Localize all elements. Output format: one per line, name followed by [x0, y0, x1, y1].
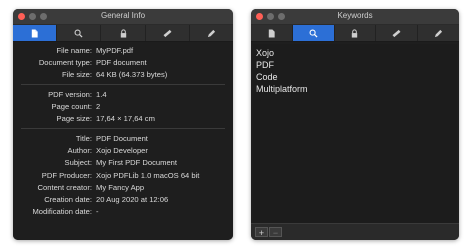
tab-security[interactable] — [335, 25, 377, 41]
info-value: MyPDF.pdf — [96, 46, 134, 55]
info-row: Content creator: My Fancy App — [13, 183, 233, 193]
info-row: Page size: 17,64 × 17,64 cm — [13, 114, 233, 124]
info-content: File name: MyPDF.pdf Document type: PDF doc… — [13, 42, 233, 240]
tab-edit[interactable] — [418, 25, 459, 41]
info-row: Modification date: - — [13, 207, 233, 217]
info-value: 1.4 — [96, 90, 107, 99]
tab-dimensions[interactable] — [146, 25, 190, 41]
info-label: PDF Producer: — [41, 170, 92, 180]
info-label: File name: — [56, 46, 92, 55]
info-row: Page count: 2 — [13, 102, 233, 112]
tab-search[interactable] — [57, 25, 102, 41]
group-separator — [21, 128, 225, 129]
info-label: Author: — [67, 146, 92, 156]
keyword-item[interactable]: PDF — [256, 59, 274, 71]
remove-keyword-button[interactable]: − — [269, 227, 282, 238]
info-row: File size: 64 KB (64.373 bytes) — [13, 70, 233, 80]
info-value: 2 — [96, 102, 101, 112]
add-keyword-button[interactable]: + — [255, 227, 268, 238]
tab-document[interactable] — [13, 25, 58, 41]
info-label: Document type: — [38, 58, 92, 68]
info-value: 20 Aug 2020 at 12:06 — [96, 195, 169, 204]
pencil-icon — [207, 29, 216, 37]
info-row: Title: PDF Document — [13, 134, 233, 144]
info-row: Document type: PDF document — [13, 58, 233, 68]
keywords-window: Keywords Xojo PDF Code Multiplatform + − — [251, 9, 459, 240]
tab-document[interactable] — [251, 25, 293, 41]
info-row: Author: Xojo Developer — [13, 146, 233, 156]
lock-icon — [352, 28, 358, 38]
info-row: Subject: My First PDF Document — [13, 158, 233, 168]
info-label: Title: — [75, 134, 92, 143]
info-value: 17,64 × 17,64 cm — [96, 114, 155, 124]
info-row: File name: MyPDF.pdf — [13, 46, 233, 56]
info-value: My Fancy App — [96, 182, 145, 192]
info-label: Content creator: — [37, 182, 92, 192]
tab-edit[interactable] — [190, 25, 233, 41]
ruler-icon — [392, 29, 401, 37]
titlebar[interactable]: Keywords — [251, 9, 459, 25]
info-value: Xojo PDFLib 1.0 macOS 64 bit — [96, 170, 200, 180]
keyword-item[interactable]: Multiplatform — [256, 83, 308, 95]
info-label: Modification date: — [32, 207, 92, 217]
lock-icon — [120, 28, 126, 38]
titlebar[interactable]: General Info — [13, 9, 233, 25]
info-value: PDF Document — [96, 134, 148, 143]
tab-security[interactable] — [101, 25, 146, 41]
search-icon — [309, 29, 318, 38]
info-label: Page size: — [56, 114, 92, 124]
keywords-bottom-bar: + − — [251, 223, 459, 240]
tab-dimensions[interactable] — [376, 25, 419, 41]
info-row: Creation date: 20 Aug 2020 at 12:06 — [13, 195, 233, 205]
info-value: PDF document — [96, 58, 147, 68]
info-label: Creation date: — [44, 195, 92, 204]
info-label: Page count: — [51, 102, 92, 112]
info-value: My First PDF Document — [96, 158, 178, 168]
toolbar — [13, 25, 233, 42]
keyword-item[interactable]: Code — [256, 71, 278, 83]
info-label: File size: — [62, 70, 92, 80]
toolbar — [251, 25, 459, 42]
document-icon — [31, 28, 38, 38]
info-row: PDF version: 1.4 — [13, 90, 233, 100]
pencil-icon — [434, 29, 443, 37]
info-label: PDF version: — [48, 90, 92, 99]
ruler-icon — [163, 29, 172, 37]
info-value: Xojo Developer — [96, 146, 148, 156]
window-title: General Info — [100, 11, 146, 20]
tab-search[interactable] — [292, 25, 335, 41]
info-label: Subject: — [64, 158, 92, 168]
keyword-item[interactable]: Xojo — [256, 47, 274, 59]
info-value: - — [96, 207, 99, 217]
window-title: Keywords — [337, 11, 373, 20]
info-value: 64 KB (64.373 bytes) — [96, 70, 168, 80]
group-separator — [21, 84, 225, 85]
search-icon — [74, 29, 83, 38]
info-row: PDF Producer: Xojo PDFLib 1.0 macOS 64 bi… — [13, 171, 233, 181]
document-icon — [268, 28, 275, 38]
keywords-list[interactable]: Xojo PDF Code Multiplatform — [253, 44, 457, 223]
general-info-window: General Info File name: MyPDF.pdf Document… — [13, 9, 233, 240]
